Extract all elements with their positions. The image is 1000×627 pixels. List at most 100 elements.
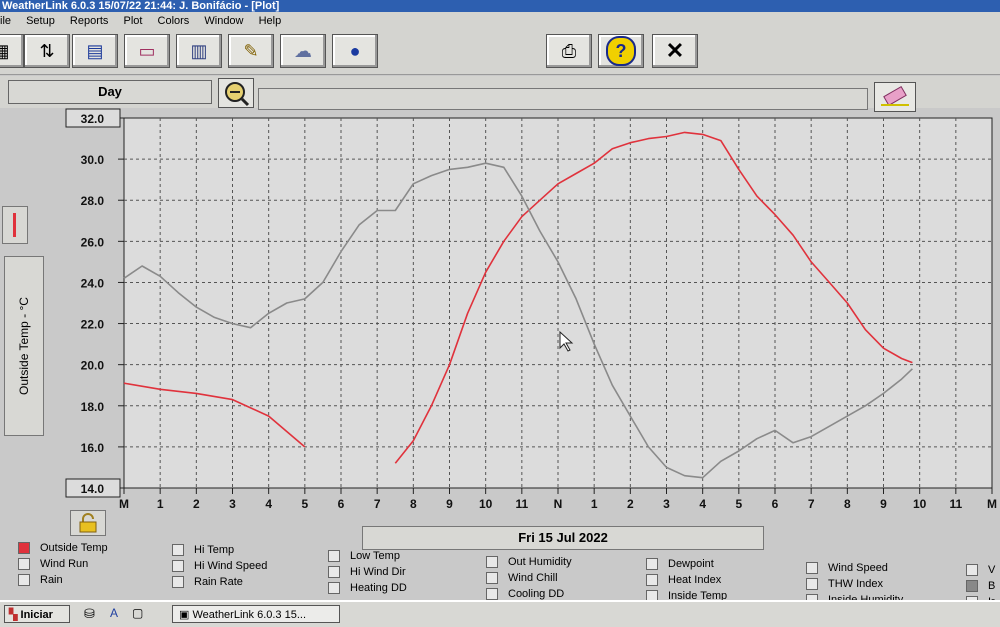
x-tick-label: M <box>987 497 997 511</box>
legend-label: Out Humidity <box>508 556 572 568</box>
x-tick-label: 8 <box>844 497 851 511</box>
taskbar-window-item[interactable]: ▣ WeatherLink 6.0.3 15... <box>172 605 340 623</box>
quicklaunch-icon[interactable]: ⛁ <box>84 606 95 622</box>
legend-label: THW Index <box>828 578 884 590</box>
y-tick-label: 22.0 <box>81 318 105 332</box>
legend-checkbox[interactable] <box>486 572 498 584</box>
x-tick-label: 5 <box>301 497 308 511</box>
legend-checkbox[interactable] <box>18 542 30 554</box>
x-tick-label: M <box>119 497 129 511</box>
legend-item-heating-dd[interactable]: Heating DD <box>328 582 407 594</box>
legend-item-v[interactable]: V <box>966 564 995 576</box>
x-tick-label: 5 <box>735 497 742 511</box>
windows-icon: ▚ <box>9 609 18 621</box>
legend-checkbox[interactable] <box>328 566 340 578</box>
taskbar: ▚ Iniciar ⛁ A ▢ ▣ WeatherLink 6.0.3 15..… <box>0 600 1000 627</box>
x-tick-label: 1 <box>591 497 598 511</box>
legend-item-heat-index[interactable]: Heat Index <box>646 574 721 586</box>
legend-item-hi-temp[interactable]: Hi Temp <box>172 544 234 556</box>
y-tick-label: 30.0 <box>81 153 105 167</box>
legend-label: Heating DD <box>350 582 407 594</box>
legend-item-low-temp[interactable]: Low Temp <box>328 550 400 562</box>
y-tick-label: 20.0 <box>81 359 105 373</box>
legend-item-hi-wind-speed[interactable]: Hi Wind Speed <box>172 560 267 572</box>
legend-item-rain-rate[interactable]: Rain Rate <box>172 576 243 588</box>
legend-item-thw-index[interactable]: THW Index <box>806 578 883 590</box>
x-tick-label: 1 <box>157 497 164 511</box>
y-tick-label: 32.0 <box>81 112 105 126</box>
legend-checkbox[interactable] <box>172 576 184 588</box>
y-tick-label: 24.0 <box>81 276 105 290</box>
legend-checkbox[interactable] <box>806 578 818 590</box>
legend-label: Rain <box>40 574 63 586</box>
x-tick-label: 2 <box>627 497 634 511</box>
legend-checkbox[interactable] <box>18 574 30 586</box>
legend-item-wind-speed[interactable]: Wind Speed <box>806 562 888 574</box>
legend-checkbox[interactable] <box>966 580 978 592</box>
y-tick-label: 28.0 <box>81 194 105 208</box>
y-tick-label: 14.0 <box>81 482 105 496</box>
legend-checkbox[interactable] <box>172 544 184 556</box>
x-tick-label: 6 <box>772 497 779 511</box>
legend-label: Low Temp <box>350 550 400 562</box>
lock-button[interactable] <box>70 510 106 536</box>
legend-item-dewpoint[interactable]: Dewpoint <box>646 558 714 570</box>
y-tick-label: 16.0 <box>81 441 105 455</box>
x-tick-label: 4 <box>265 497 272 511</box>
legend-checkbox[interactable] <box>966 564 978 576</box>
legend-item-hi-wind-dir[interactable]: Hi Wind Dir <box>328 566 406 578</box>
legend-label: Outside Temp <box>40 542 108 554</box>
x-tick-label: 7 <box>374 497 381 511</box>
legend-checkbox[interactable] <box>486 588 498 600</box>
legend-label: Wind Run <box>40 558 89 570</box>
legend-label: V <box>988 564 996 576</box>
x-tick-label: 7 <box>808 497 815 511</box>
legend-checkbox[interactable] <box>328 550 340 562</box>
x-tick-label: 2 <box>193 497 200 511</box>
x-tick-label: N <box>554 497 563 511</box>
y-tick-label: 18.0 <box>81 400 105 414</box>
legend-checkbox[interactable] <box>328 582 340 594</box>
x-tick-label: 8 <box>410 497 417 511</box>
x-tick-label: 9 <box>880 497 887 511</box>
legend-label: Dewpoint <box>668 558 714 570</box>
x-tick-label: 11 <box>515 497 528 511</box>
x-tick-label: 11 <box>949 497 962 511</box>
legend-item-out-humidity[interactable]: Out Humidity <box>486 556 572 568</box>
padlock-icon <box>79 513 97 533</box>
legend-checkbox[interactable] <box>172 560 184 572</box>
legend-label: Heat Index <box>668 574 722 586</box>
x-tick-label: 6 <box>338 497 345 511</box>
legend-checkbox[interactable] <box>646 574 658 586</box>
x-tick-label: 10 <box>479 497 493 511</box>
start-button[interactable]: ▚ Iniciar <box>4 605 70 623</box>
x-tick-label: 4 <box>699 497 706 511</box>
weatherlink-app-icon: ▣ <box>179 609 190 621</box>
legend-checkbox[interactable] <box>646 558 658 570</box>
legend-item-b[interactable]: B <box>966 580 995 592</box>
legend-item-rain[interactable]: Rain <box>18 574 63 586</box>
legend-checkbox[interactable] <box>806 562 818 574</box>
legend-item-cooling-dd[interactable]: Cooling DD <box>486 588 564 600</box>
x-tick-label: 3 <box>663 497 670 511</box>
legend-label: Hi Wind Dir <box>350 566 406 578</box>
y-tick-label: 26.0 <box>81 235 105 249</box>
legend-label: Hi Temp <box>194 544 235 556</box>
legend-checkbox[interactable] <box>18 558 30 570</box>
x-tick-label: 3 <box>229 497 236 511</box>
legend-label: Hi Wind Speed <box>194 560 268 572</box>
legend-label: Rain Rate <box>194 576 243 588</box>
legend-label: B <box>988 580 996 592</box>
x-tick-label: 9 <box>446 497 453 511</box>
legend-checkbox[interactable] <box>486 556 498 568</box>
quicklaunch-icon-3[interactable]: ▢ <box>132 606 143 620</box>
legend-label: Wind Speed <box>828 562 888 574</box>
legend-item-wind-run[interactable]: Wind Run <box>18 558 88 570</box>
legend-item-outside-temp[interactable]: Outside Temp <box>18 542 108 554</box>
legend: Outside Temp Wind Run Rain Hi Temp Hi Wind S… <box>0 538 1000 608</box>
taskbar-window-label: WeatherLink 6.0.3 15... <box>192 609 307 621</box>
legend-label: Cooling DD <box>508 588 565 600</box>
legend-item-wind-chill[interactable]: Wind Chill <box>486 572 558 584</box>
quicklaunch-icon-2[interactable]: A <box>110 606 118 620</box>
x-tick-label: 10 <box>913 497 927 511</box>
